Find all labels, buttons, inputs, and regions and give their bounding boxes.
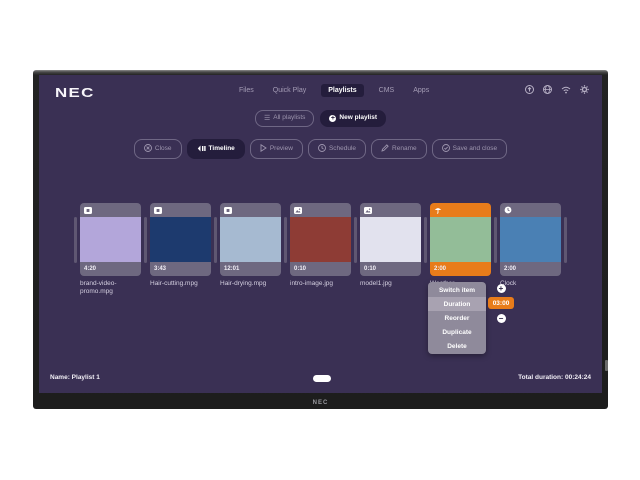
update-icon[interactable] [525, 85, 534, 94]
new-playlist-label: New playlist [339, 115, 377, 122]
menu-item-duration[interactable]: Duration [428, 297, 486, 311]
preview-button[interactable]: Preview [250, 139, 303, 159]
globe-icon[interactable] [543, 85, 552, 94]
timeline-item-model1[interactable]: 0:10 model1.jpg [360, 203, 421, 288]
bezel-power-notch [605, 360, 608, 371]
thumbnail [150, 217, 211, 262]
duration-value: 03:00 [488, 297, 514, 309]
save-and-close-button[interactable]: Save and close [432, 139, 507, 159]
save-and-close-label: Save and close [453, 146, 497, 153]
wifi-icon[interactable] [561, 85, 571, 94]
preview-label: Preview [270, 146, 293, 153]
umbrella-icon [434, 206, 442, 214]
nec-logo: NEC [55, 85, 95, 100]
film-icon [224, 207, 232, 214]
duration-badge: 4:20 [84, 266, 96, 272]
timeline-label: Timeline [209, 146, 235, 153]
timeline-drop-handle[interactable] [424, 217, 427, 263]
all-playlists-label: All playlists [273, 115, 305, 122]
thumbnail [220, 217, 281, 262]
menu-item-reorder[interactable]: Reorder [428, 311, 486, 325]
menu-item-duplicate[interactable]: Duplicate [428, 325, 486, 339]
monitor-bezel: NEC Files Quick Play Playlists CMS Apps [33, 70, 608, 409]
item-filename: Hair-drying.mpg [220, 280, 281, 288]
thumbnail [290, 217, 351, 262]
schedule-button[interactable]: Schedule [308, 139, 366, 159]
duration-badge: 3:43 [154, 266, 166, 272]
clock-icon [318, 144, 326, 154]
image-icon [294, 207, 302, 214]
timeline-item-hair-drying[interactable]: 12:01 Hair-drying.mpg [220, 203, 281, 288]
close-icon [144, 144, 152, 154]
playlist-name-label: Name: Playlist 1 [50, 374, 100, 381]
bezel-nec-logo: NEC [313, 400, 329, 406]
check-circle-icon [442, 144, 450, 154]
timeline-drop-handle[interactable] [74, 217, 77, 263]
plus-icon: + [329, 115, 336, 122]
duration-badge: 0:10 [364, 266, 376, 272]
editor-toolbar: Close Timeline Preview Schedule [39, 139, 602, 159]
total-duration-label: Total duration: 00:24:24 [518, 374, 591, 381]
image-icon [364, 207, 372, 214]
menu-item-switch-item[interactable]: Switch item [428, 283, 486, 297]
timeline-drop-handle[interactable] [564, 217, 567, 263]
rename-button[interactable]: Rename [371, 139, 427, 159]
timeline-icon [197, 145, 206, 154]
pencil-icon [381, 144, 389, 154]
play-icon [260, 144, 267, 154]
timeline-drop-handle[interactable] [284, 217, 287, 263]
playlist-action-row: ☰ All playlists + New playlist [39, 110, 602, 127]
film-icon [84, 207, 92, 214]
settings-gear-icon[interactable] [580, 85, 589, 94]
clock-widget-icon [504, 206, 512, 214]
duration-badge: 12:01 [224, 266, 239, 272]
timeline-item-weather-selected[interactable]: 2:00 Weather [430, 203, 491, 288]
duration-badge: 2:00 [434, 266, 446, 272]
rename-label: Rename [392, 146, 417, 153]
film-icon [154, 207, 162, 214]
timeline-drop-handle[interactable] [354, 217, 357, 263]
timeline-drop-handle[interactable] [494, 217, 497, 263]
timeline-item-hair-cutting[interactable]: 3:43 Hair-cutting.mpg [150, 203, 211, 288]
item-context-menu: Switch item Duration Reorder Duplicate D… [428, 282, 486, 354]
duration-decrease-button[interactable]: − [497, 314, 506, 323]
tab-apps[interactable]: Apps [409, 84, 433, 97]
all-playlists-button[interactable]: ☰ All playlists [255, 110, 314, 127]
tab-quick-play[interactable]: Quick Play [269, 84, 310, 97]
timeline-button[interactable]: Timeline [187, 139, 245, 159]
thumbnail [430, 217, 491, 262]
close-button[interactable]: Close [134, 139, 182, 159]
duration-badge: 0:10 [294, 266, 306, 272]
menu-item-delete[interactable]: Delete [428, 339, 486, 353]
duration-badge: 2:00 [504, 266, 516, 272]
item-filename: model1.jpg [360, 280, 421, 288]
new-playlist-button[interactable]: + New playlist [320, 110, 386, 127]
status-icon-group [525, 85, 589, 94]
thumbnail [360, 217, 421, 262]
item-filename: Hair-cutting.mpg [150, 280, 211, 288]
thumbnail [80, 217, 141, 262]
duration-stepper: + 03:00 − [488, 284, 514, 323]
timeline-item-clock[interactable]: 2:00 Clock [500, 203, 561, 288]
close-label: Close [155, 146, 172, 153]
timeline-drop-handle[interactable] [144, 217, 147, 263]
display-screen: NEC Files Quick Play Playlists CMS Apps [39, 75, 602, 393]
timeline-track: 4:20 brand-video-promo.mpg 3:43 Hair-cut… [39, 203, 602, 297]
main-nav: Files Quick Play Playlists CMS Apps [235, 84, 433, 97]
thumbnail [500, 217, 561, 262]
tab-files[interactable]: Files [235, 84, 258, 97]
duration-increase-button[interactable]: + [497, 284, 506, 293]
item-filename: intro-image.jpg [290, 280, 351, 288]
schedule-label: Schedule [329, 146, 356, 153]
hamburger-icon: ☰ [264, 115, 270, 122]
timeline-drop-handle[interactable] [214, 217, 217, 263]
tab-cms[interactable]: CMS [375, 84, 399, 97]
timeline-item-brand-video[interactable]: 4:20 brand-video-promo.mpg [80, 203, 141, 297]
footer-pill-indicator[interactable] [313, 375, 331, 382]
item-filename: brand-video-promo.mpg [80, 280, 141, 297]
tab-playlists[interactable]: Playlists [321, 84, 363, 97]
timeline-item-intro-image[interactable]: 0:10 intro-image.jpg [290, 203, 351, 288]
